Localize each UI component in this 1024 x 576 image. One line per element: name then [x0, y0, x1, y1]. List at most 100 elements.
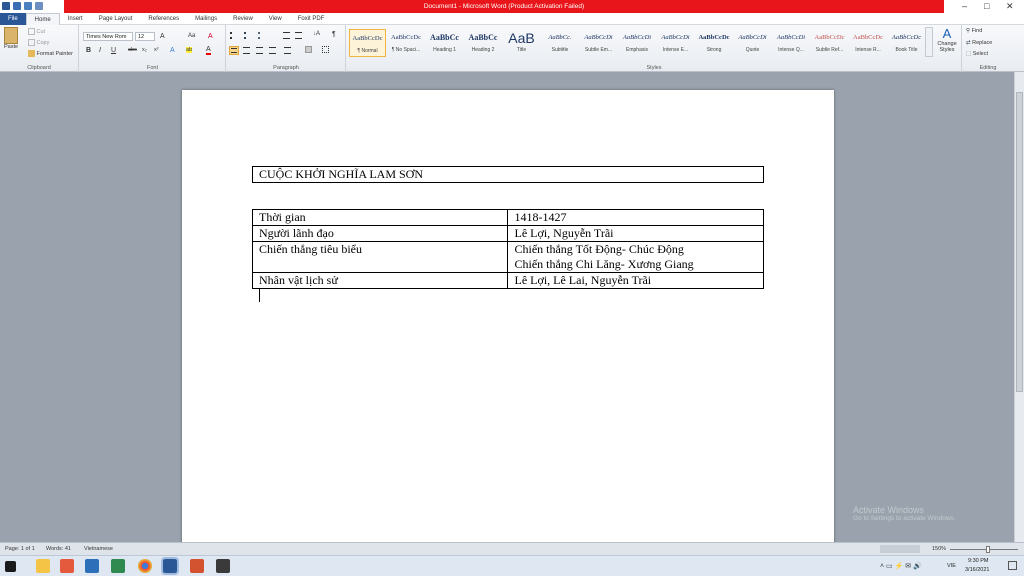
- heading-cell[interactable]: CUỘC KHỞI NGHĨA LAM SƠN: [252, 166, 764, 183]
- heading-table[interactable]: CUỘC KHỞI NGHĨA LAM SƠN: [252, 166, 764, 183]
- copy-button[interactable]: Copy: [28, 39, 49, 46]
- format-painter-button[interactable]: Format Painter: [28, 50, 73, 57]
- input-language[interactable]: VIE: [947, 563, 956, 569]
- align-right-button[interactable]: [256, 47, 263, 54]
- justify-button[interactable]: [269, 47, 276, 54]
- strikethrough-button[interactable]: abc: [128, 47, 137, 53]
- notifications-icon[interactable]: [1008, 561, 1017, 570]
- file-explorer-icon[interactable]: [36, 559, 50, 573]
- italic-button[interactable]: I: [99, 47, 101, 54]
- row-label-cell[interactable]: Chiến thắng tiêu biểu: [251, 241, 509, 273]
- superscript-button[interactable]: x²: [154, 47, 159, 53]
- align-left-button[interactable]: [229, 46, 239, 55]
- tray-icons[interactable]: ˄ ▭ ⚡ ✉ 🔊: [880, 562, 922, 570]
- store-icon[interactable]: [60, 559, 74, 573]
- row-value-cell[interactable]: Lê Lợi, Nguyễn Trãi: [507, 225, 764, 242]
- save-icon[interactable]: [13, 2, 21, 10]
- vertical-scrollbar[interactable]: [1014, 72, 1024, 542]
- find-button[interactable]: ⚲ Find: [966, 28, 982, 34]
- language-indicator[interactable]: Vietnamese: [84, 546, 113, 552]
- font-name-select[interactable]: Times New Rom: [83, 32, 133, 41]
- style-item[interactable]: AaBbCcDi Subtle Em...: [580, 29, 617, 57]
- row-value-cell[interactable]: Chiến thắng Tốt Động- Chúc Động Chiến thắ…: [507, 241, 764, 273]
- row-value-cell[interactable]: Lê Lợi, Lê Lai, Nguyễn Trãi: [507, 272, 764, 289]
- clock-time[interactable]: 9:30 PM: [968, 558, 988, 564]
- excel-icon[interactable]: [111, 559, 125, 573]
- style-item[interactable]: AaBbCcDi Intense Q...: [773, 29, 810, 57]
- tab-review[interactable]: Review: [225, 13, 261, 25]
- change-styles-button[interactable]: A Change Styles: [935, 27, 959, 54]
- word-app-icon[interactable]: [2, 2, 10, 10]
- subscript-button[interactable]: x₂: [142, 47, 147, 53]
- cut-button[interactable]: Cut: [28, 28, 45, 35]
- word-icon[interactable]: [161, 557, 179, 575]
- numbering-button[interactable]: [244, 32, 251, 39]
- mail-icon[interactable]: [85, 559, 99, 573]
- shading-button[interactable]: [305, 46, 312, 53]
- row-label-cell[interactable]: Thời gian: [251, 209, 509, 226]
- row-label-cell[interactable]: Người lãnh đạo: [251, 225, 509, 242]
- style-item[interactable]: AaB Title: [503, 29, 540, 57]
- select-button[interactable]: ⬚ Select: [966, 51, 988, 57]
- borders-button[interactable]: [322, 46, 329, 53]
- view-buttons[interactable]: [880, 545, 920, 553]
- style-item[interactable]: AaBbCc Heading 1: [426, 29, 463, 57]
- decrease-indent-button[interactable]: [283, 32, 290, 39]
- font-size-select[interactable]: 12: [135, 32, 155, 41]
- start-icon[interactable]: [5, 561, 16, 572]
- style-item[interactable]: AaBbCcDc ¶ Normal: [349, 29, 386, 57]
- style-item[interactable]: AaBbCc Heading 2: [465, 29, 502, 57]
- tab-foxit-pdf[interactable]: Foxit PDF: [290, 13, 333, 25]
- document-page[interactable]: CUỘC KHỞI NGHĨA LAM SƠN Thời gian 1418-14…: [182, 90, 834, 550]
- tab-mailings[interactable]: Mailings: [187, 13, 225, 25]
- row-label-cell[interactable]: Nhân vật lịch sử: [251, 272, 509, 289]
- scrollbar-thumb[interactable]: [1016, 92, 1023, 392]
- align-center-button[interactable]: [243, 47, 250, 54]
- maximize-button[interactable]: □: [984, 1, 989, 12]
- sticky-app-icon[interactable]: [216, 559, 230, 573]
- zoom-level[interactable]: 150%: [932, 546, 946, 552]
- underline-button[interactable]: U: [111, 47, 116, 54]
- style-item[interactable]: AaBbCcDi Quote: [734, 29, 771, 57]
- tab-insert[interactable]: Insert: [60, 13, 91, 25]
- tab-page-layout[interactable]: Page Layout: [91, 13, 141, 25]
- paste-button[interactable]: Paste: [4, 27, 18, 50]
- highlight-button[interactable]: ab: [186, 47, 193, 53]
- powerpoint-icon[interactable]: [190, 559, 204, 573]
- info-table[interactable]: Thời gian 1418-1427 Người lãnh đạo Lê Lợi, …: [251, 209, 764, 289]
- redo-icon[interactable]: [35, 2, 43, 10]
- style-item[interactable]: AaBbCcDi Intense E...: [657, 29, 694, 57]
- undo-icon[interactable]: [24, 2, 32, 10]
- tab-home[interactable]: Home: [25, 12, 60, 25]
- font-color-button[interactable]: A: [206, 46, 211, 55]
- style-item[interactable]: AaBbCcDc ¶ No Spaci...: [388, 29, 425, 57]
- zoom-thumb[interactable]: [986, 546, 990, 553]
- style-item[interactable]: AaBbCcDc Intense R...: [850, 29, 887, 57]
- zoom-slider[interactable]: [950, 549, 1018, 550]
- page-count[interactable]: Page: 1 of 1: [5, 546, 35, 552]
- tab-references[interactable]: References: [140, 13, 187, 25]
- bold-button[interactable]: B: [86, 47, 91, 54]
- style-item[interactable]: AaBbCcDi Emphasis: [619, 29, 656, 57]
- change-case-button[interactable]: Aa: [188, 33, 195, 39]
- bullets-button[interactable]: [230, 32, 238, 39]
- style-item[interactable]: AaBbCc. Subtitle: [542, 29, 579, 57]
- style-item[interactable]: AaBbCcDc Subtle Ref...: [811, 29, 848, 57]
- clock-date[interactable]: 3/16/2021: [965, 567, 989, 573]
- tab-file[interactable]: File: [0, 12, 26, 25]
- clear-format-button[interactable]: A: [208, 33, 213, 40]
- chrome-icon[interactable]: [138, 559, 152, 573]
- line-spacing-button[interactable]: [284, 47, 291, 54]
- row-value-cell[interactable]: 1418-1427: [507, 209, 764, 226]
- sort-button[interactable]: ↓A: [313, 31, 320, 37]
- tab-view[interactable]: View: [261, 13, 290, 25]
- word-count[interactable]: Words: 41: [46, 546, 71, 552]
- close-button[interactable]: ✕: [1006, 1, 1014, 12]
- style-item[interactable]: AaBbCcDc Strong: [696, 29, 733, 57]
- replace-button[interactable]: ⇄ Replace: [966, 40, 992, 46]
- style-item[interactable]: AaBbCcDc Book Title: [888, 29, 925, 57]
- styles-scroll[interactable]: [925, 27, 933, 57]
- text-effects-button[interactable]: A: [170, 47, 175, 54]
- multilevel-button[interactable]: [258, 32, 265, 39]
- show-formatting-button[interactable]: ¶: [332, 31, 336, 38]
